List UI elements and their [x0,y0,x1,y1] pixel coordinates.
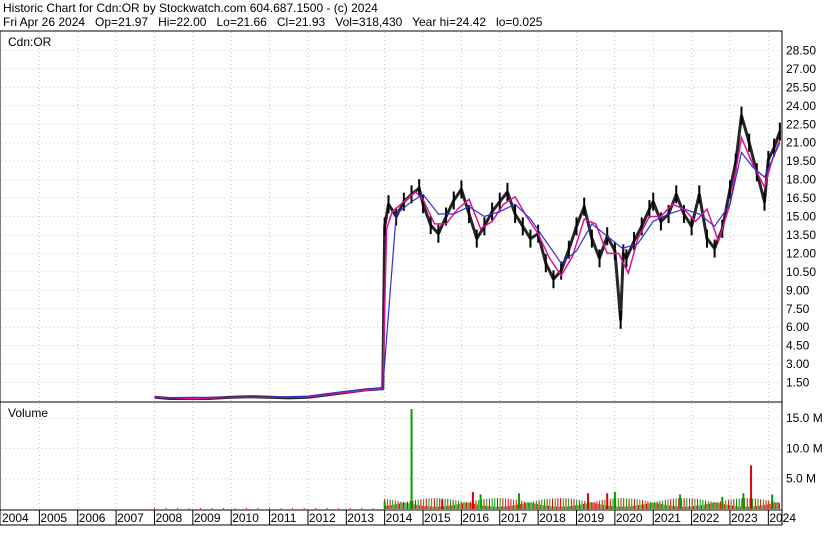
x-tick-label: 2019 [578,511,605,525]
volume-panel-label: Volume [8,406,48,420]
x-tick-label: 2023 [731,511,758,525]
price-tick-label: 25.50 [786,80,816,94]
x-tick-label: 2008 [155,511,182,525]
price-tick-label: 13.50 [786,228,816,242]
x-tick-label: 2020 [616,511,643,525]
price-tick-label: 3.00 [786,357,810,371]
x-tick-label: 2010 [232,511,259,525]
price-tick-label: 18.00 [786,173,816,187]
volume-tick-label: 5.0 M [786,472,816,486]
price-tick-label: 4.50 [786,339,810,353]
x-tick-label: 2016 [462,511,489,525]
stock-chart: 28.50 27.00 25.50 24.00 22.50 21.00 19.50 18.00… [0,30,823,526]
price-tick-label: 19.50 [786,154,816,168]
x-tick-label: 2013 [347,511,374,525]
price-tick-label: 24.00 [786,99,816,113]
x-tick-label: 2022 [693,511,720,525]
price-tick-label: 28.50 [786,43,816,57]
price-panel-label: Cdn:OR [8,35,52,49]
volume-tick-label: 15.0 M [786,411,823,425]
x-tick-label: 2007 [117,511,144,525]
price-tick-label: 10.50 [786,265,816,279]
price-tick-label: 22.50 [786,117,816,131]
x-tick-label: 2015 [424,511,451,525]
price-tick-label: 12.00 [786,246,816,260]
price-tick-label: 6.00 [786,320,810,334]
price-tick-label: 16.50 [786,191,816,205]
x-tick-label: 2004 [2,511,29,525]
x-tick-label: 2021 [654,511,681,525]
price-axis: 28.50 27.00 25.50 24.00 22.50 21.00 19.50 18.00… [786,43,816,389]
x-tick-label: 2024 [769,511,796,525]
volume-tick-label: 10.0 M [786,441,823,455]
x-tick-label: 2006 [79,511,106,525]
price-tick-label: 15.00 [786,210,816,224]
price-tick-label: 7.50 [786,302,810,316]
x-tick-label: 2014 [386,511,413,525]
x-tick-label: 2018 [539,511,566,525]
price-tick-label: 9.00 [786,283,810,297]
x-tick-label: 2009 [194,511,221,525]
price-tick-label: 21.00 [786,136,816,150]
price-tick-label: 27.00 [786,62,816,76]
x-tick-label: 2012 [309,511,336,525]
price-tick-label: 1.50 [786,376,810,390]
x-tick-label: 2017 [501,511,528,525]
x-tick-label: 2005 [40,511,67,525]
x-axis: 2004 2005 2006 2007 2008 2009 2010 2011 2012 2013… [2,510,796,525]
volume-axis: 15.0 M 10.0 M 5.0 M [786,411,823,486]
x-tick-label: 2011 [271,511,297,525]
